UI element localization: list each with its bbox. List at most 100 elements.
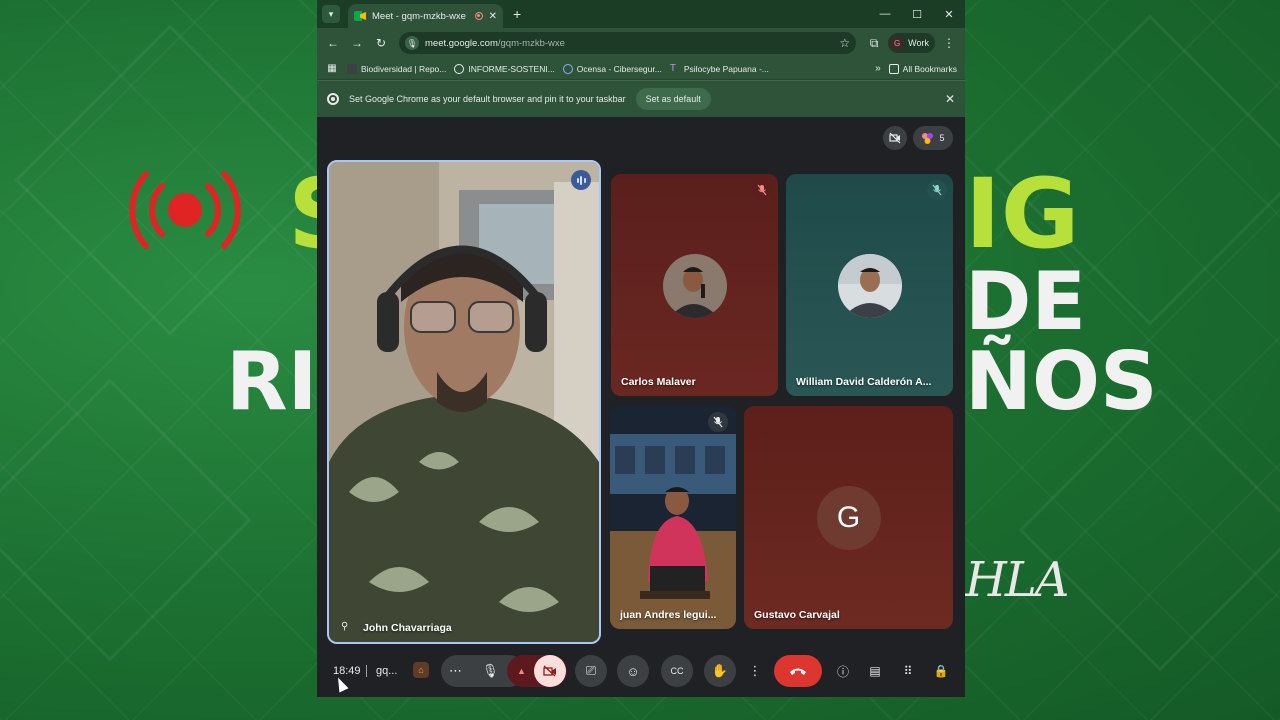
participant-tile-juan[interactable]: juan Andres legui... — [610, 406, 736, 629]
new-tab-button[interactable]: + — [513, 6, 521, 22]
participant-name: juan Andres legui... — [620, 609, 717, 621]
minimize-icon[interactable]: — — [869, 0, 901, 28]
close-window-icon[interactable]: ✕ — [933, 0, 965, 28]
bookmark-star-icon[interactable]: ☆ — [839, 36, 850, 50]
live-broadcast-icon — [129, 171, 241, 249]
browser-window: ▾ Meet - gqm-mzkb-wxe ✕ + — ☐ ✕ ← → ↻ 🎙 … — [317, 0, 965, 697]
recording-indicator-icon — [474, 12, 483, 20]
meet-control-bar: 18:49 gq... ⌂ ⋯ 🎙 ▲ ⎚ ☺ CC ✋ ⋮ ⓘ ▤ ⠿ 🔒 — [317, 645, 965, 697]
bookmark-item[interactable]: INFORME-SOSTENI... — [454, 63, 555, 74]
meeting-code[interactable]: gq... — [376, 665, 397, 677]
leave-call-button[interactable] — [774, 655, 822, 687]
bookmark-label: Psilocybe Papuana -... — [683, 63, 769, 74]
more-options-button[interactable]: ⋮ — [745, 655, 765, 687]
participant-tile-carlos[interactable]: Carlos Malaver — [611, 174, 778, 396]
avatar — [662, 254, 727, 318]
bg-word: ÑOS — [965, 335, 1158, 428]
more-options-icon: ⋮ — [748, 663, 762, 678]
site-info-icon[interactable]: 🎙 — [405, 36, 419, 50]
more-audio-options-icon[interactable]: ⋯ — [449, 663, 462, 679]
activities-button[interactable]: ⠿ — [896, 655, 920, 687]
forward-icon[interactable]: → — [347, 33, 367, 53]
camera-off-icon — [543, 665, 556, 677]
captions-button[interactable]: CC — [661, 655, 693, 687]
infobar-close-icon[interactable]: ✕ — [945, 92, 955, 106]
meeting-details-button[interactable]: ⓘ — [831, 655, 855, 687]
reactions-button[interactable]: ☺ — [617, 655, 649, 687]
signature-logo: HLA — [965, 552, 1069, 608]
address-bar[interactable]: 🎙 meet.google.com/gqm-mzkb-wxe ☆ — [399, 32, 857, 54]
participant-name: William David Calderón A... — [796, 376, 932, 388]
participants-avatars-icon — [922, 133, 934, 144]
extensions-icon[interactable]: ⧉ — [864, 33, 884, 53]
bookmark-label: INFORME-SOSTENI... — [468, 63, 555, 74]
folder-icon — [888, 63, 899, 74]
meet-stage: 5 ⚲ John Chavarriaga Carlos Malaver Will… — [317, 118, 965, 697]
hang-up-icon — [790, 668, 806, 675]
bookmark-favicon-icon — [347, 63, 357, 74]
url-text: meet.google.com/gqm-mzkb-wxe — [425, 38, 833, 49]
meet-favicon-icon — [354, 11, 366, 21]
hand-icon: ✋ — [711, 663, 729, 678]
browser-toolbar: ← → ↻ 🎙 meet.google.com/gqm-mzkb-wxe ☆ ⧉… — [317, 28, 965, 58]
url-host: meet.google.com — [425, 37, 498, 49]
present-screen-button[interactable]: ⎚ — [575, 655, 607, 687]
host-controls-icon[interactable]: ⌂ — [413, 662, 429, 678]
bookmark-label: Ocensa - Cibersegur... — [576, 63, 662, 74]
bookmark-item[interactable]: Ocensa - Cibersegur... — [562, 63, 662, 74]
close-tab-icon[interactable]: ✕ — [489, 11, 497, 22]
default-browser-infobar: Set Google Chrome as your default browse… — [317, 80, 965, 117]
speaking-indicator-icon — [571, 170, 591, 190]
chrome-logo-icon — [327, 93, 339, 105]
tab-search-button[interactable]: ▾ — [322, 5, 340, 23]
mic-off-icon — [752, 180, 772, 200]
back-icon[interactable]: ← — [323, 33, 343, 53]
tab-meet[interactable]: Meet - gqm-mzkb-wxe ✕ — [348, 4, 503, 28]
host-controls-button[interactable]: 🔒 — [929, 655, 953, 687]
reload-icon[interactable]: ↻ — [371, 33, 391, 53]
set-as-default-button[interactable]: Set as default — [635, 88, 711, 110]
window-controls: — ☐ ✕ — [869, 0, 965, 28]
participant-tile-john[interactable]: ⚲ John Chavarriaga — [327, 160, 601, 644]
participant-name: Carlos Malaver — [621, 376, 696, 388]
camera-off-indicator-icon[interactable] — [883, 126, 907, 150]
participant-video — [329, 162, 599, 642]
present-screen-icon: ⎚ — [585, 663, 597, 678]
microphone-icon[interactable]: 🎙 — [482, 663, 499, 679]
bg-diamond — [1018, 388, 1280, 672]
avatar-initial: G — [816, 486, 881, 550]
bookmark-label: Biodiversidad | Repo... — [361, 63, 447, 74]
chevron-up-icon[interactable]: ▲ — [517, 666, 526, 676]
globe-icon — [454, 63, 465, 74]
participant-tile-william[interactable]: William David Calderón A... — [786, 174, 953, 396]
camera-off-button[interactable] — [534, 655, 566, 687]
bg-diamond — [0, 378, 252, 662]
bookmark-item[interactable]: T Psilocybe Papuana -... — [670, 63, 769, 74]
bookmarks-bar: ▦ Biodiversidad | Repo... INFORME-SOSTEN… — [317, 58, 965, 80]
more-bookmarks-icon[interactable]: » — [875, 63, 881, 74]
apps-grid-icon[interactable]: ▦ — [325, 59, 339, 79]
participant-video — [610, 406, 736, 629]
url-path: /gqm-mzkb-wxe — [497, 37, 565, 49]
raise-hand-button[interactable]: ✋ — [704, 655, 736, 687]
emoji-icon: ☺ — [626, 663, 640, 679]
tab-title: Meet - gqm-mzkb-wxe — [372, 10, 466, 22]
participants-button[interactable]: 5 — [913, 126, 953, 150]
participant-count: 5 — [939, 133, 945, 143]
chat-button[interactable]: ▤ — [863, 655, 887, 687]
maximize-icon[interactable]: ☐ — [901, 0, 933, 28]
mic-off-icon — [927, 180, 947, 200]
profile-button[interactable]: G Work — [888, 33, 935, 53]
captions-icon: CC — [670, 666, 684, 676]
menu-kebab-icon[interactable]: ⋮ — [939, 33, 959, 53]
profile-label: Work — [908, 38, 929, 48]
bookmark-item[interactable]: Biodiversidad | Repo... — [347, 63, 447, 74]
participant-tile-gustavo[interactable]: G Gustavo Carvajal — [744, 406, 953, 629]
all-bookmarks-button[interactable]: All Bookmarks — [888, 63, 957, 74]
mic-off-icon — [708, 412, 728, 432]
bg-word: IG — [965, 158, 1080, 270]
all-bookmarks-label: All Bookmarks — [902, 63, 957, 74]
participant-name: John Chavarriaga — [363, 622, 452, 634]
infobar-message: Set Google Chrome as your default browse… — [349, 94, 626, 104]
bg-word: RI — [226, 335, 318, 428]
